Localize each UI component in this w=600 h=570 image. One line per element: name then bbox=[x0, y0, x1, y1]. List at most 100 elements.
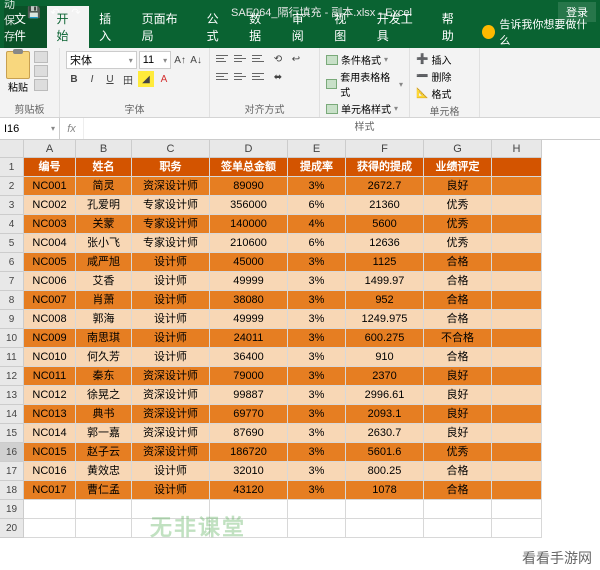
cell[interactable] bbox=[492, 291, 542, 310]
name-box[interactable]: I16▾ bbox=[0, 118, 60, 139]
cell[interactable]: NC011 bbox=[24, 367, 76, 386]
fx-icon[interactable]: fx bbox=[60, 118, 84, 139]
cell[interactable]: NC003 bbox=[24, 215, 76, 234]
align-center-icon[interactable] bbox=[234, 69, 250, 83]
cell[interactable]: 资深设计师 bbox=[132, 424, 210, 443]
row-header[interactable]: 1 bbox=[0, 158, 24, 177]
cell[interactable]: 1249.975 bbox=[346, 310, 424, 329]
cell[interactable]: 合格 bbox=[424, 291, 492, 310]
cell[interactable]: 业绩评定 bbox=[424, 158, 492, 177]
cell[interactable]: 设计师 bbox=[132, 291, 210, 310]
cell[interactable]: 优秀 bbox=[424, 234, 492, 253]
cell[interactable] bbox=[424, 519, 492, 538]
cell[interactable] bbox=[492, 367, 542, 386]
cell[interactable]: 简灵 bbox=[76, 177, 132, 196]
cell[interactable]: 3% bbox=[288, 291, 346, 310]
row-header[interactable]: 3 bbox=[0, 196, 24, 215]
cell[interactable] bbox=[210, 519, 288, 538]
cell[interactable]: 140000 bbox=[210, 215, 288, 234]
cell[interactable]: 合格 bbox=[424, 481, 492, 500]
cell[interactable]: 设计师 bbox=[132, 348, 210, 367]
row-header[interactable]: 9 bbox=[0, 310, 24, 329]
tab-review[interactable]: 审阅 bbox=[282, 6, 325, 48]
cell[interactable]: 3% bbox=[288, 310, 346, 329]
cell[interactable] bbox=[492, 481, 542, 500]
cell[interactable]: 良好 bbox=[424, 405, 492, 424]
cell[interactable]: 良好 bbox=[424, 386, 492, 405]
cell[interactable]: 良好 bbox=[424, 177, 492, 196]
row-header[interactable]: 11 bbox=[0, 348, 24, 367]
cell[interactable]: NC008 bbox=[24, 310, 76, 329]
cell[interactable] bbox=[288, 500, 346, 519]
cell[interactable] bbox=[288, 519, 346, 538]
cell[interactable]: 典书 bbox=[76, 405, 132, 424]
cell[interactable]: 签单总金额 bbox=[210, 158, 288, 177]
align-right-icon[interactable] bbox=[252, 69, 268, 83]
cell[interactable]: 3% bbox=[288, 348, 346, 367]
row-header[interactable]: 17 bbox=[0, 462, 24, 481]
cell[interactable]: NC006 bbox=[24, 272, 76, 291]
cell[interactable] bbox=[492, 310, 542, 329]
cell[interactable]: 2996.61 bbox=[346, 386, 424, 405]
row-header[interactable]: 19 bbox=[0, 500, 24, 519]
tab-formulas[interactable]: 公式 bbox=[197, 6, 240, 48]
save-icon[interactable]: 💾 bbox=[25, 3, 43, 21]
cell[interactable]: 910 bbox=[346, 348, 424, 367]
row-header[interactable]: 7 bbox=[0, 272, 24, 291]
cell[interactable] bbox=[346, 519, 424, 538]
cell[interactable]: NC015 bbox=[24, 443, 76, 462]
row-header[interactable]: 20 bbox=[0, 519, 24, 538]
col-header-A[interactable]: A bbox=[24, 140, 76, 158]
cell[interactable]: NC017 bbox=[24, 481, 76, 500]
cell[interactable]: 2630.7 bbox=[346, 424, 424, 443]
row-header[interactable]: 4 bbox=[0, 215, 24, 234]
cell[interactable]: 952 bbox=[346, 291, 424, 310]
cell[interactable]: 49999 bbox=[210, 272, 288, 291]
cell[interactable]: 3% bbox=[288, 272, 346, 291]
cell[interactable]: 资深设计师 bbox=[132, 367, 210, 386]
row-header[interactable]: 10 bbox=[0, 329, 24, 348]
cell[interactable] bbox=[492, 196, 542, 215]
col-header-F[interactable]: F bbox=[346, 140, 424, 158]
cell[interactable] bbox=[492, 177, 542, 196]
wrap-text-button[interactable]: ↩ bbox=[288, 51, 304, 67]
cell[interactable]: 资深设计师 bbox=[132, 443, 210, 462]
row-header[interactable]: 15 bbox=[0, 424, 24, 443]
cell[interactable]: 186720 bbox=[210, 443, 288, 462]
cell[interactable] bbox=[492, 329, 542, 348]
cell[interactable]: 郭海 bbox=[76, 310, 132, 329]
delete-cells-button[interactable]: ➖删除 bbox=[416, 68, 473, 85]
cell[interactable]: 6% bbox=[288, 234, 346, 253]
autosave-toggle[interactable]: 自动保存 bbox=[4, 3, 22, 21]
cell[interactable]: 何久芳 bbox=[76, 348, 132, 367]
col-header-B[interactable]: B bbox=[76, 140, 132, 158]
cell[interactable]: 3% bbox=[288, 424, 346, 443]
row-header[interactable]: 13 bbox=[0, 386, 24, 405]
cell[interactable]: 1499.97 bbox=[346, 272, 424, 291]
cell[interactable]: 优秀 bbox=[424, 215, 492, 234]
cell[interactable] bbox=[492, 443, 542, 462]
row-header[interactable]: 8 bbox=[0, 291, 24, 310]
cell[interactable]: 良好 bbox=[424, 367, 492, 386]
cell[interactable]: 356000 bbox=[210, 196, 288, 215]
cell[interactable]: NC010 bbox=[24, 348, 76, 367]
cell[interactable]: 肖萧 bbox=[76, 291, 132, 310]
cell[interactable]: 资深设计师 bbox=[132, 177, 210, 196]
row-header[interactable]: 14 bbox=[0, 405, 24, 424]
cell[interactable] bbox=[24, 500, 76, 519]
fill-color-button[interactable]: ◢ bbox=[138, 71, 154, 87]
cell[interactable] bbox=[492, 405, 542, 424]
font-name-select[interactable]: 宋体▾ bbox=[66, 51, 137, 69]
row-header[interactable]: 2 bbox=[0, 177, 24, 196]
cell[interactable]: 合格 bbox=[424, 348, 492, 367]
cell[interactable]: 38080 bbox=[210, 291, 288, 310]
cell[interactable]: 3% bbox=[288, 177, 346, 196]
cell[interactable]: 设计师 bbox=[132, 253, 210, 272]
paste-button[interactable]: 粘贴 bbox=[6, 51, 30, 94]
cell-style-button[interactable]: 单元格样式▾ bbox=[326, 100, 403, 117]
cell[interactable]: 郭一嘉 bbox=[76, 424, 132, 443]
cell[interactable]: 合格 bbox=[424, 310, 492, 329]
cell[interactable]: 69770 bbox=[210, 405, 288, 424]
cell[interactable] bbox=[210, 500, 288, 519]
undo-icon[interactable]: ↶ bbox=[46, 3, 64, 21]
